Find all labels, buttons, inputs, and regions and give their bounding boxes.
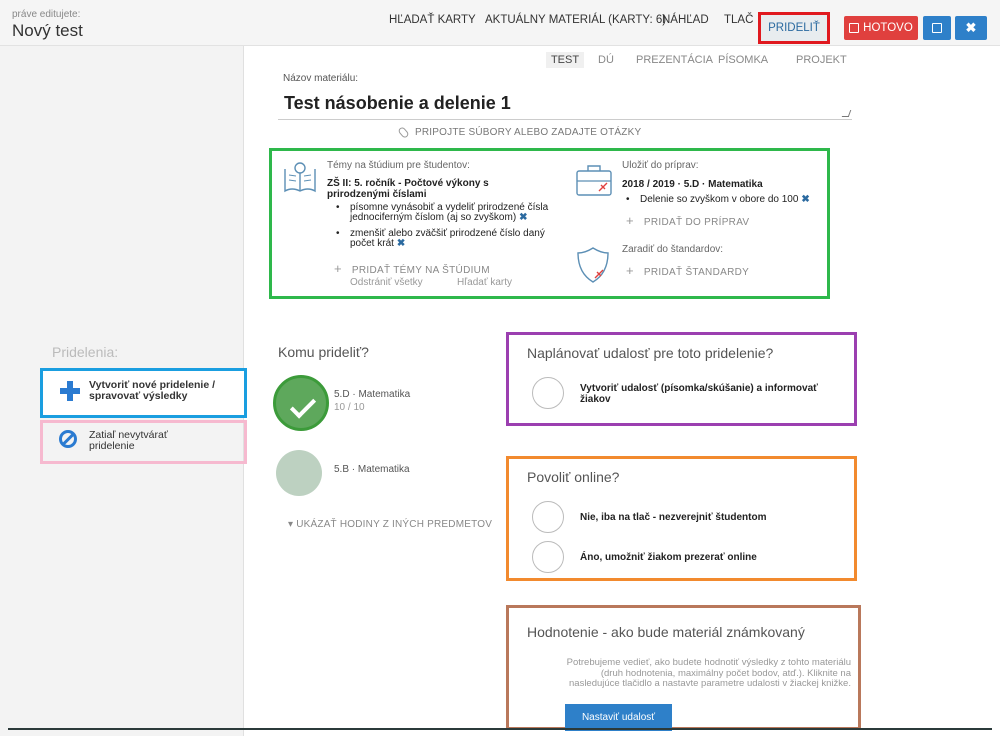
assign-to-title: Komu prideliť? (278, 344, 369, 360)
online-yes-label: Áno, umožniť žiakom prezerať online (580, 552, 757, 563)
shield-icon (577, 247, 609, 283)
skip-assignment-option[interactable]: Zatiaľ nevytvárať pridelenie (40, 420, 247, 464)
remove-all-link[interactable]: Odstrániť všetky (350, 277, 423, 288)
topics-list: písomne vynásobiť a vydeliť prirodzené č… (332, 203, 562, 255)
add-topics-label: PRIDAŤ TÉMY NA ŠTÚDIUM (351, 265, 490, 276)
tab-presentation[interactable]: PREZENTÁCIA (636, 52, 713, 68)
plus-icon (59, 380, 81, 402)
preparations-list: Delenie so zvyškom v obore do 100✖ (622, 195, 822, 211)
show-other-subjects-link[interactable]: ▾ UKÁZAŤ HODINY Z INÝCH PREDMETOV (288, 519, 492, 530)
online-section: Povoliť online? Nie, iba na tlač - nezve… (506, 456, 857, 581)
class-5d-toggle[interactable] (273, 375, 329, 431)
preparation-item-text: Delenie so zvyškom v obore do 100 (640, 194, 799, 205)
save-icon (932, 23, 942, 33)
done-label: HOTOVO (863, 22, 913, 34)
class-5b-name: 5.B · Matematika (334, 464, 410, 475)
attach-files-link[interactable]: PRIPOJTE SÚBORY ALEBO ZADAJTE OTÁZKY (397, 126, 642, 139)
assignments-title: Pridelenia: (52, 344, 119, 360)
schedule-event-option-label: Vytvoriť udalosť (písomka/skúšanie) a in… (580, 383, 818, 405)
preparations-heading: 2018 / 2019 · 5.D · Matematika (622, 179, 763, 190)
remove-icon[interactable]: ✖ (397, 238, 405, 249)
close-button[interactable]: ✖ (955, 16, 987, 40)
list-item: Delenie so zvyškom v obore do 100✖ (622, 194, 822, 206)
add-preparations-label: PRIDAŤ DO PRÍPRAV (643, 217, 750, 228)
grading-description: Potrebujeme vedieť, ako budete hodnotiť … (566, 657, 851, 689)
resize-handle-icon[interactable] (841, 110, 852, 117)
close-icon: ✖ (965, 20, 977, 35)
nav-search-cards[interactable]: HĽADAŤ KARTY (389, 14, 476, 26)
create-assignment-label: Vytvoriť nové pridelenie / spravovať výs… (89, 379, 216, 402)
add-preparations-link[interactable]: + PRIDAŤ DO PRÍPRAV (626, 213, 749, 228)
document-title: Nový test (12, 21, 83, 40)
remove-icon[interactable]: ✖ (801, 194, 809, 205)
topics-heading: ZŠ II: 5. ročník - Počtové výkony s prir… (327, 178, 489, 200)
book-icon (284, 162, 316, 193)
schedule-event-title: Naplánovať udalosť pre toto pridelenie? (527, 345, 774, 361)
schedule-event-radio[interactable] (532, 377, 564, 409)
online-no-radio[interactable] (532, 501, 564, 533)
chevron-down-icon: ▾ (288, 519, 294, 530)
save-icon (849, 23, 860, 33)
grading-title: Hodnotenie - ako bude materiál známkovan… (527, 624, 805, 640)
suitcase-icon (576, 165, 612, 196)
done-button[interactable]: HOTOVO (844, 16, 918, 40)
tab-homework[interactable]: DÚ (598, 52, 614, 68)
plus-icon: + (626, 213, 634, 228)
add-standards-label: PRIDAŤ ŠTANDARDY (643, 267, 750, 278)
grading-section: Hodnotenie - ako bude materiál známkovan… (506, 605, 861, 731)
class-5d-count: 10 / 10 (334, 402, 365, 413)
topics-section: Témy na štúdium pre študentov: ZŠ II: 5.… (269, 148, 830, 299)
material-name-label: Názov materiálu: (283, 73, 359, 84)
tab-written-test[interactable]: PÍSOMKA (718, 52, 768, 68)
list-item: písomne vynásobiť a vydeliť prirodzené č… (332, 203, 562, 223)
topics-label: Témy na štúdium pre študentov: (327, 160, 470, 171)
topic-item-text: zmenšiť alebo zväčšiť prirodzené číslo d… (350, 228, 545, 249)
list-item: zmenšiť alebo zväčšiť prirodzené číslo d… (332, 229, 562, 249)
set-event-button[interactable]: Nastaviť udalosť (565, 704, 672, 731)
save-button[interactable] (923, 16, 951, 40)
nav-current-material[interactable]: AKTUÁLNY MATERIÁL (KARTY: 6) (485, 14, 666, 26)
bottom-divider (8, 728, 992, 730)
search-cards-link[interactable]: Hľadať karty (457, 277, 512, 288)
material-name-input[interactable]: Test násobenie a delenie 1 (278, 86, 852, 120)
tab-project[interactable]: PROJEKT (796, 52, 847, 68)
show-other-subjects-label: UKÁZAŤ HODINY Z INÝCH PREDMETOV (296, 519, 493, 530)
material-name-value: Test násobenie a delenie 1 (284, 93, 511, 113)
plus-icon: + (626, 263, 634, 278)
online-yes-radio[interactable] (532, 541, 564, 573)
assignments-sidebar: Pridelenia: Vytvoriť nové pridelenie / s… (0, 46, 247, 736)
nav-assign-label: PRIDELIŤ (768, 22, 820, 34)
tab-test[interactable]: TEST (546, 52, 584, 68)
nav-assign-tab[interactable]: PRIDELIŤ (758, 12, 830, 44)
schedule-event-section: Naplánovať udalosť pre toto pridelenie? … (506, 332, 857, 426)
standards-label: Zaradiť do štandardov: (622, 244, 724, 255)
skip-assignment-label: Zatiaľ nevytvárať pridelenie (89, 429, 168, 452)
nav-print[interactable]: TLAČ (724, 14, 753, 26)
class-5b-toggle[interactable] (276, 450, 322, 496)
add-standards-link[interactable]: + PRIDAŤ ŠTANDARDY (626, 263, 749, 278)
editing-label: práve editujete: (12, 9, 81, 20)
preparations-label: Uložiť do príprav: (622, 160, 699, 171)
nav-preview[interactable]: NÁHĽAD (662, 14, 709, 26)
remove-icon[interactable]: ✖ (519, 212, 527, 223)
plus-icon: + (334, 261, 342, 276)
class-5d-name: 5.D · Matematika (334, 389, 411, 400)
online-title: Povoliť online? (527, 469, 620, 485)
add-topics-link[interactable]: + PRIDAŤ TÉMY NA ŠTÚDIUM (334, 261, 490, 276)
online-no-label: Nie, iba na tlač - nezverejniť študentom (580, 512, 767, 523)
paperclip-icon (397, 126, 410, 139)
top-bar: práve editujete: Nový test HĽADAŤ KARTY … (0, 0, 1000, 46)
attach-files-label: PRIPOJTE SÚBORY ALEBO ZADAJTE OTÁZKY (415, 127, 642, 138)
ban-icon (59, 430, 77, 448)
create-assignment-option[interactable]: Vytvoriť nové pridelenie / spravovať výs… (40, 368, 247, 418)
